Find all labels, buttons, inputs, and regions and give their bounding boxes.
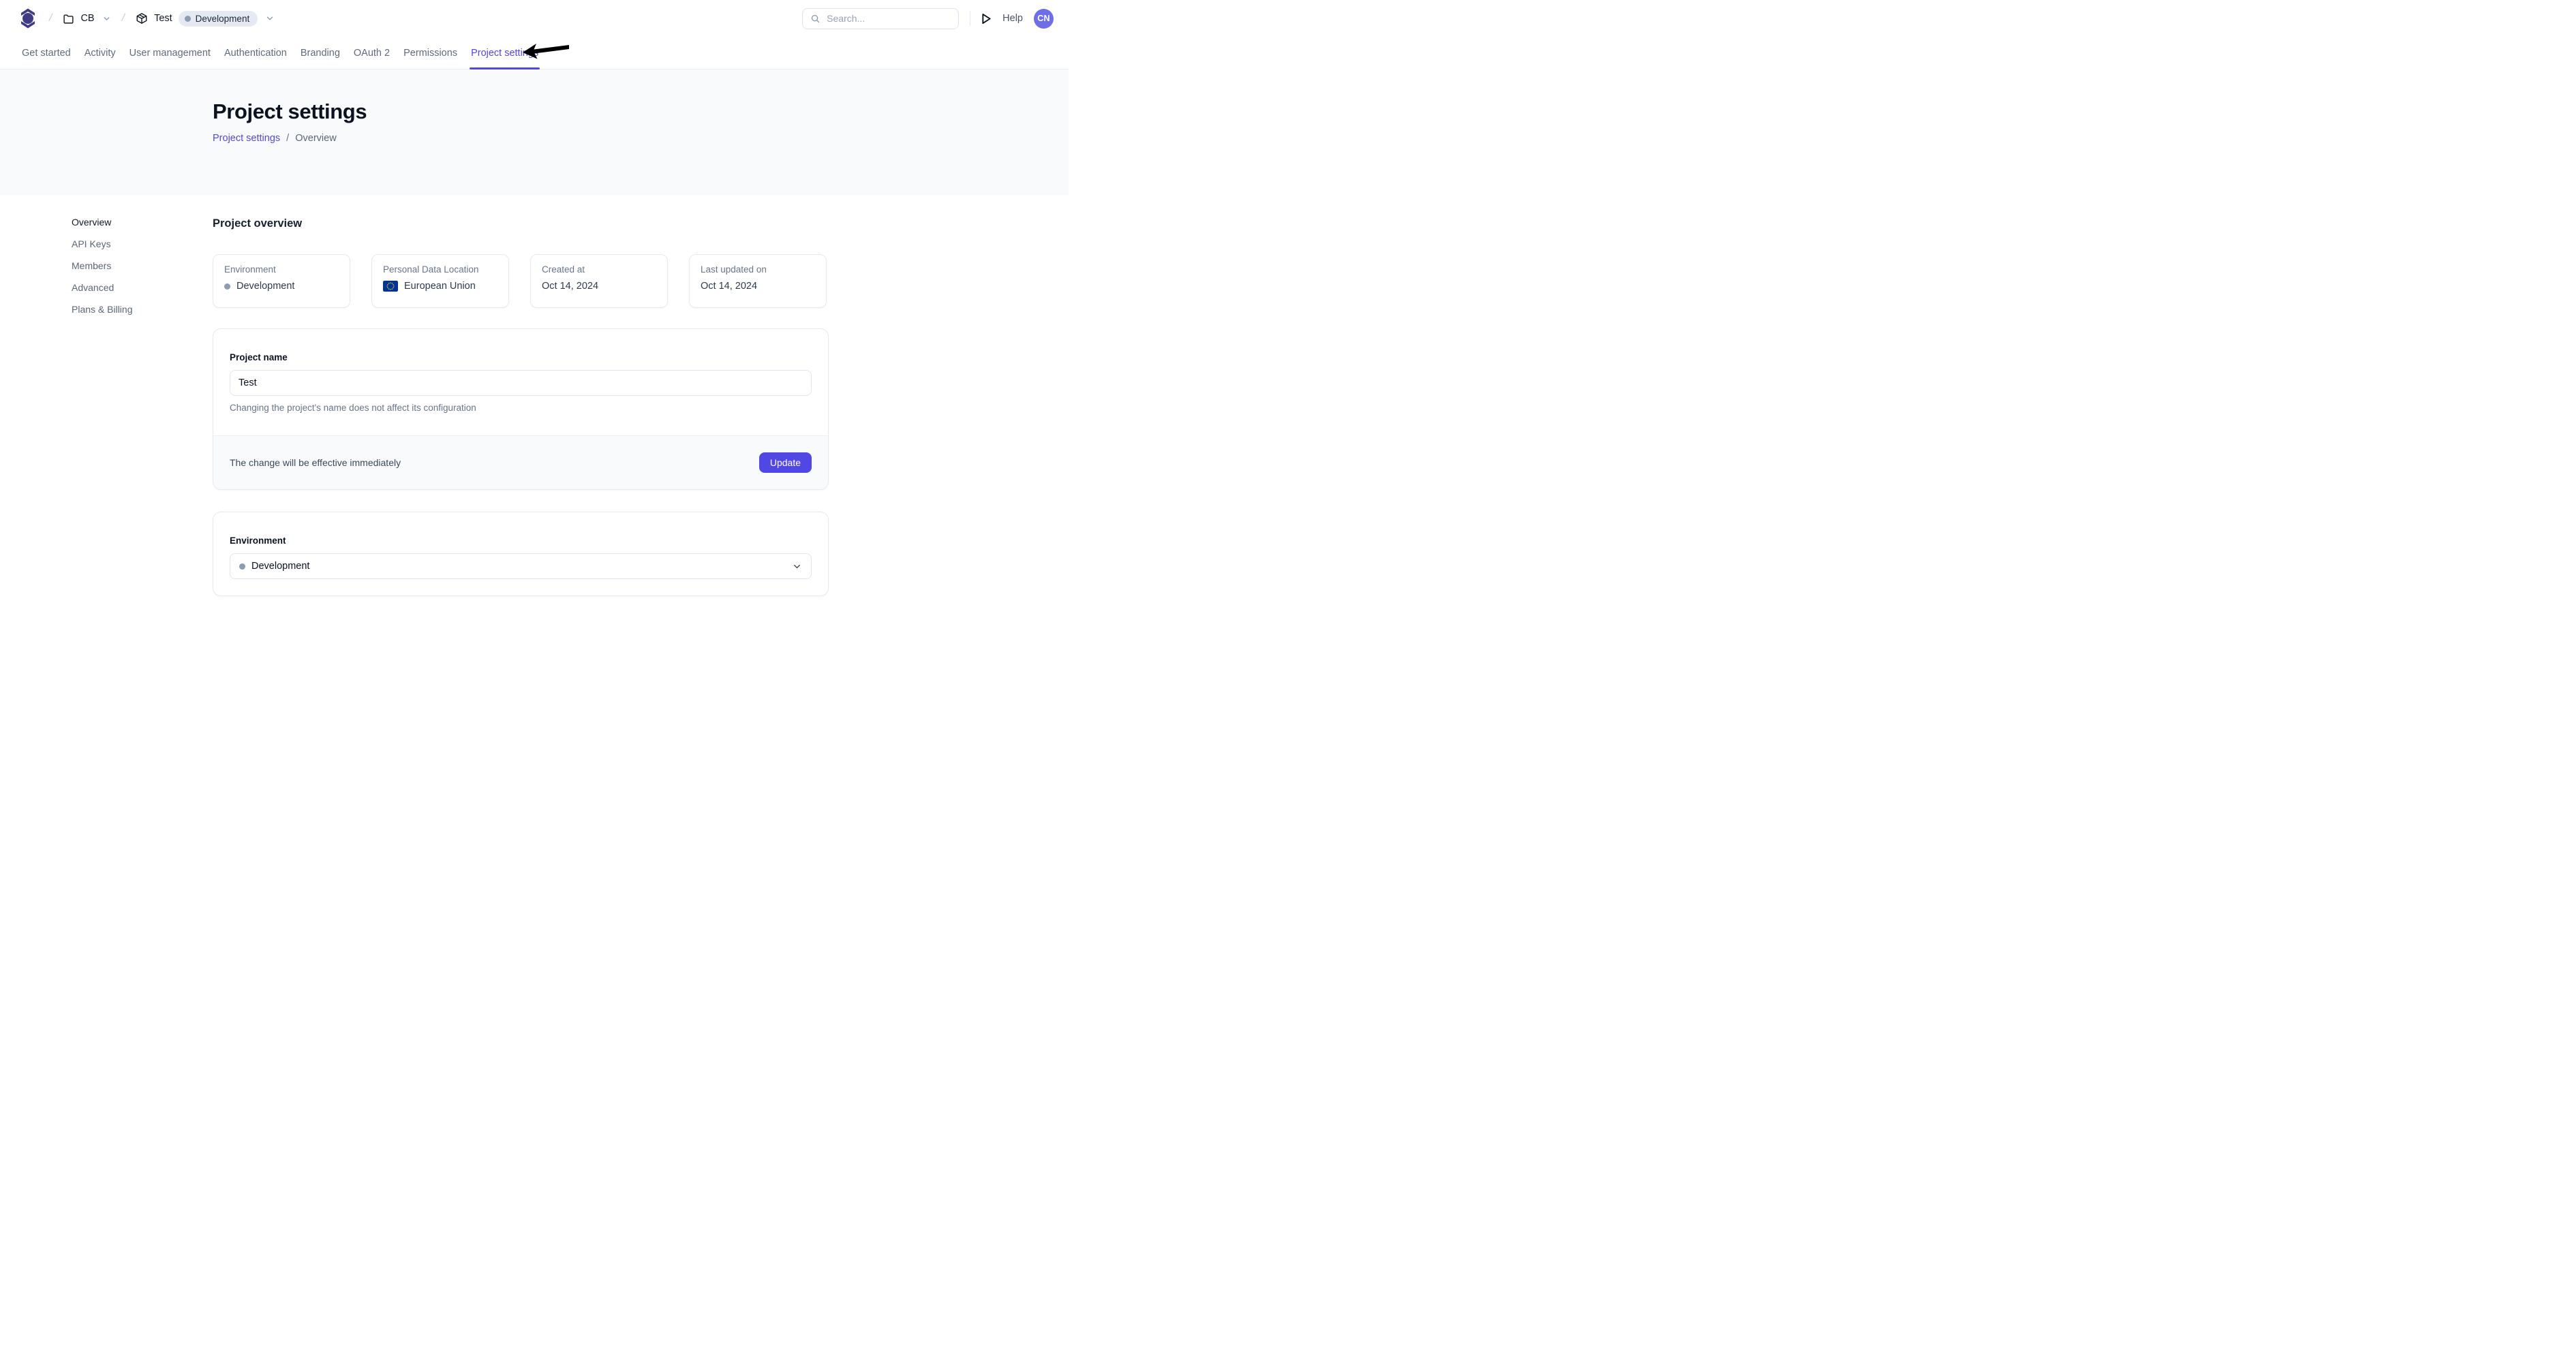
package-icon [136, 12, 148, 25]
environment-select-value: Development [251, 561, 309, 572]
tab-activity[interactable]: Activity [85, 37, 116, 69]
breadcrumb-link-project-settings[interactable]: Project settings [213, 133, 280, 144]
search-icon [810, 14, 821, 24]
breadcrumb-separator: / [49, 12, 52, 25]
environment-badge-label: Development [196, 14, 250, 24]
tab-project-settings[interactable]: Project settings [471, 37, 538, 69]
chevron-down-icon [265, 14, 275, 23]
tab-oauth2[interactable]: OAuth 2 [354, 37, 390, 69]
sidebar-item-members[interactable]: Members [72, 261, 213, 283]
project-name-form: Project name Changing the project's name… [213, 329, 828, 435]
card-last-updated: Last updated on Oct 14, 2024 [689, 254, 827, 308]
tab-bar: Get started Activity User management Aut… [0, 37, 1069, 69]
tab-authentication[interactable]: Authentication [224, 37, 287, 69]
app-logo-icon[interactable] [18, 7, 38, 30]
breadcrumb-separator: / [122, 12, 125, 25]
breadcrumb: / CB / [18, 7, 275, 30]
content-area: Overview API Keys Members Advanced Plans… [0, 195, 1069, 618]
status-dot-icon [224, 283, 230, 290]
environment-label: Environment [230, 536, 812, 546]
card-personal-data-location: Personal Data Location [371, 254, 509, 308]
project-name-label: Project name [230, 352, 812, 362]
card-label: Last updated on [701, 264, 815, 275]
tab-permissions[interactable]: Permissions [403, 37, 457, 69]
breadcrumb-separator: / [286, 133, 289, 144]
breadcrumb-current: Overview [295, 133, 336, 144]
play-button[interactable] [981, 13, 992, 25]
main-panel: Project overview Environment Development… [213, 217, 829, 618]
status-dot-icon [239, 563, 245, 570]
card-value-text: Oct 14, 2024 [701, 281, 757, 292]
search-input[interactable] [827, 13, 951, 24]
topbar-actions: Help CN [802, 8, 1054, 29]
hero-section: Project settings Project settings / Over… [0, 69, 1069, 195]
eu-flag-icon [383, 281, 398, 292]
sidebar-item-overview[interactable]: Overview [72, 217, 213, 239]
update-button[interactable]: Update [759, 452, 812, 473]
avatar[interactable]: CN [1034, 9, 1054, 29]
environment-select[interactable]: Development [230, 553, 812, 579]
environment-panel: Environment Development [213, 512, 829, 596]
org-switcher-button[interactable]: CB [63, 13, 110, 25]
settings-sidebar: Overview API Keys Members Advanced Plans… [0, 217, 213, 618]
card-value-text: Oct 14, 2024 [542, 281, 598, 292]
project-name-panel: Project name Changing the project's name… [213, 328, 829, 490]
topbar: / CB / [0, 0, 1069, 37]
chevron-down-icon [792, 561, 802, 572]
card-value: Development [224, 281, 339, 292]
card-environment: Environment Development [213, 254, 350, 308]
tab-branding[interactable]: Branding [301, 37, 340, 69]
sidebar-item-plans-billing[interactable]: Plans & Billing [72, 305, 213, 326]
card-value-text: European Union [404, 281, 476, 292]
card-label: Created at [542, 264, 656, 275]
project-name-helper: Changing the project's name does not aff… [230, 403, 812, 435]
project-label: Test [154, 13, 172, 24]
play-icon [981, 13, 992, 25]
environment-badge: Development [179, 11, 258, 27]
tab-user-management[interactable]: User management [129, 37, 211, 69]
project-settings-page: / CB / [0, 0, 1069, 559]
project-name-footer: The change will be effective immediately… [213, 435, 828, 489]
card-created-at: Created at Oct 14, 2024 [530, 254, 668, 308]
footer-note: The change will be effective immediately [230, 457, 401, 468]
search-box[interactable] [802, 8, 959, 29]
sidebar-item-api-keys[interactable]: API Keys [72, 239, 213, 261]
status-dot-icon [185, 16, 191, 22]
card-value: Oct 14, 2024 [542, 281, 656, 292]
tab-get-started[interactable]: Get started [22, 37, 71, 69]
sidebar-item-advanced[interactable]: Advanced [72, 283, 213, 305]
card-value: European Union [383, 281, 497, 292]
environment-form: Environment Development [213, 512, 828, 595]
card-value: Oct 14, 2024 [701, 281, 815, 292]
card-value-text: Development [236, 281, 294, 292]
chevron-down-icon [102, 14, 111, 23]
folder-icon [63, 13, 74, 25]
card-label: Personal Data Location [383, 264, 497, 275]
help-link[interactable]: Help [1002, 13, 1023, 24]
card-label: Environment [224, 264, 339, 275]
overview-cards: Environment Development Personal Data Lo… [213, 254, 829, 308]
page-title: Project settings [213, 99, 1069, 124]
page-breadcrumb: Project settings / Overview [213, 133, 1069, 144]
project-switcher-button[interactable]: Test Development [136, 11, 275, 27]
project-name-input[interactable] [230, 370, 812, 396]
section-title: Project overview [213, 217, 829, 230]
org-label: CB [80, 13, 94, 24]
